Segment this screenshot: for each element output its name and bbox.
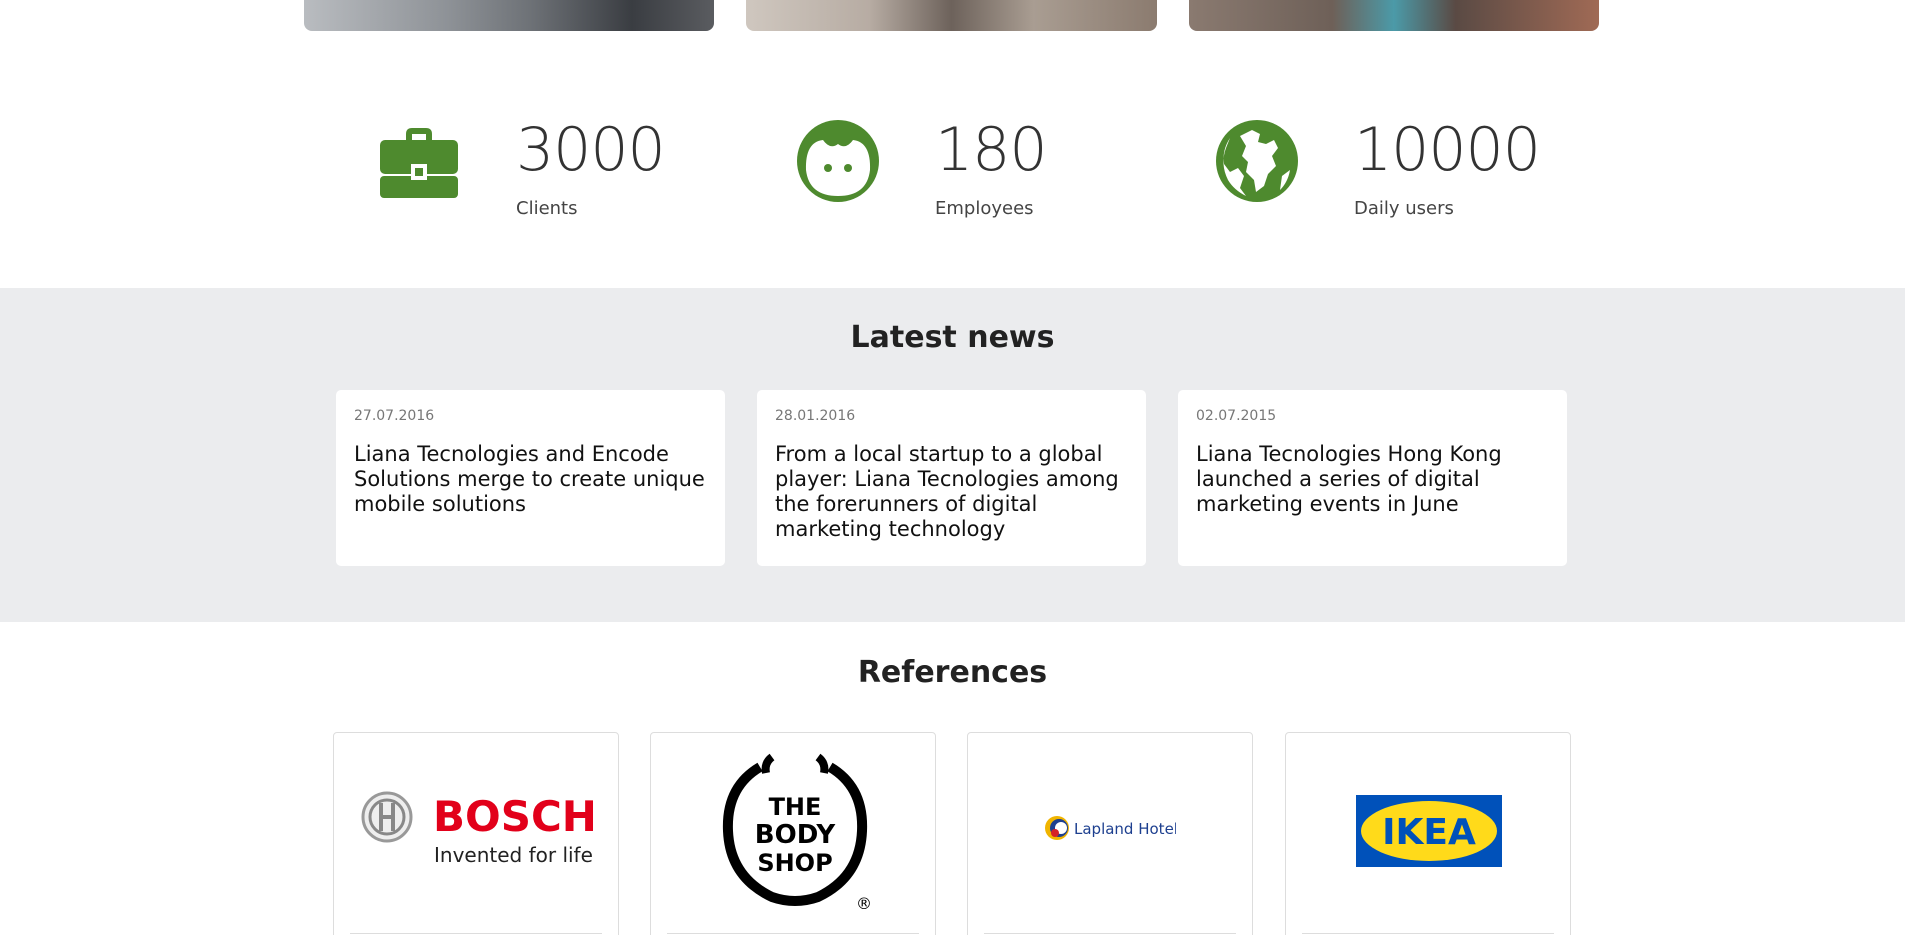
news-card[interactable]: 27.07.2016 Liana Tecnologies and Encode …: [336, 390, 725, 566]
globe-icon: [1216, 120, 1298, 202]
reference-card-body-shop[interactable]: THE BODY SHOP ®: [650, 732, 936, 935]
hero-image-1[interactable]: [304, 0, 714, 31]
news-headline[interactable]: Liana Tecnologies and Encode Solutions m…: [354, 442, 714, 517]
card-divider: [667, 933, 919, 934]
news-card[interactable]: 28.01.2016 From a local startup to a glo…: [757, 390, 1146, 566]
reference-card-bosch[interactable]: BOSCH Invented for life: [333, 732, 619, 935]
bosch-logo: BOSCH Invented for life: [361, 791, 593, 867]
lapland-hotels-logo: Lapland Hotels: [1045, 816, 1176, 840]
ikea-wordmark: IKEA: [1382, 812, 1476, 853]
registered-mark: ®: [856, 894, 870, 913]
hero-image-3[interactable]: [1189, 0, 1599, 31]
news-date: 27.07.2016: [354, 408, 435, 424]
card-divider: [984, 933, 1236, 934]
body-shop-line1: THE: [769, 793, 822, 821]
body-shop-line2: BODY: [755, 820, 837, 850]
lapland-wordmark: Lapland Hotels: [1074, 820, 1176, 838]
bosch-wordmark: BOSCH: [433, 792, 593, 841]
hero-images: [0, 0, 1905, 32]
stats-section: 3000 Clients 180 Employees 10000 Daily u…: [0, 110, 1905, 240]
latest-news-section: Latest news 27.07.2016 Liana Tecnologies…: [0, 288, 1905, 622]
stat-value: 10000: [1354, 115, 1541, 185]
news-headline[interactable]: Liana Tecnologies Hong Kong launched a s…: [1196, 442, 1556, 517]
news-card[interactable]: 02.07.2015 Liana Tecnologies Hong Kong l…: [1178, 390, 1567, 566]
card-divider: [1302, 933, 1554, 934]
bosch-tagline: Invented for life: [434, 843, 593, 867]
stat-value: 3000: [516, 115, 666, 185]
hero-image-2[interactable]: [746, 0, 1157, 31]
section-title: Latest news: [850, 320, 1055, 355]
reference-card-lapland-hotels[interactable]: Lapland Hotels: [967, 732, 1253, 935]
news-date: 02.07.2015: [1196, 408, 1277, 424]
references-title: References: [857, 655, 1048, 690]
stat-label: Daily users: [1354, 198, 1454, 219]
card-divider: [350, 933, 602, 934]
news-date: 28.01.2016: [775, 408, 856, 424]
body-shop-logo: THE BODY SHOP ®: [722, 753, 870, 913]
stat-label: Clients: [516, 198, 578, 219]
stat-label: Employees: [935, 198, 1034, 219]
body-shop-line3: SHOP: [757, 849, 832, 877]
face-icon: [797, 120, 879, 202]
ikea-logo: IKEA: [1356, 795, 1502, 867]
stat-value: 180: [935, 115, 1048, 185]
reference-card-ikea[interactable]: IKEA: [1285, 732, 1571, 935]
briefcase-icon: [380, 128, 458, 198]
page: 3000 Clients 180 Employees 10000 Daily u…: [0, 0, 1905, 935]
news-headline[interactable]: From a local startup to a global player:…: [775, 442, 1135, 542]
